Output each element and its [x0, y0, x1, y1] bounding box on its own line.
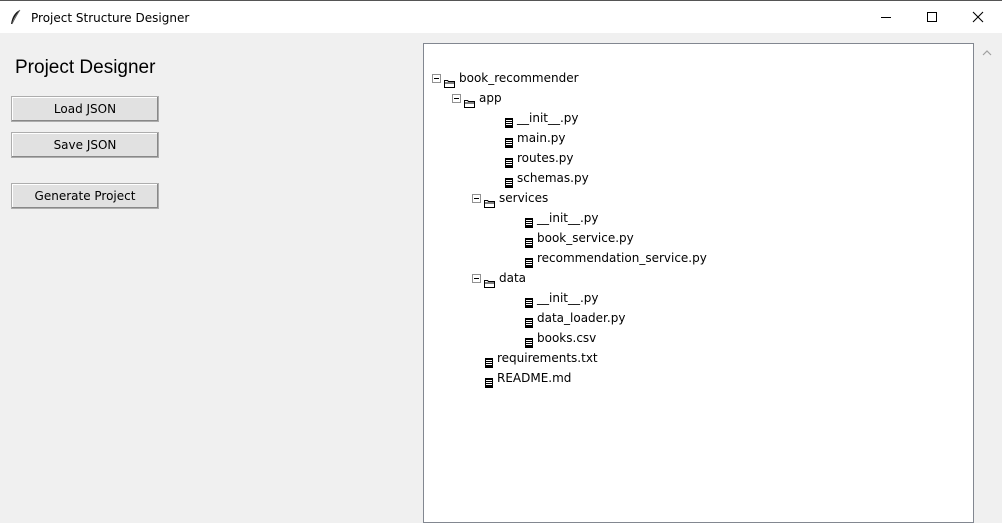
tree-node-label: __init__.py: [537, 291, 599, 305]
save-json-button[interactable]: Save JSON: [11, 132, 159, 158]
scroll-up-arrow-icon[interactable]: [982, 49, 992, 57]
tree-node-label: routes.py: [517, 151, 574, 165]
tree-file-node[interactable]: __init__.py: [424, 108, 964, 128]
tree-file-node[interactable]: schemas.py: [424, 168, 964, 188]
load-json-button[interactable]: Load JSON: [11, 96, 159, 122]
maximize-button[interactable]: [909, 1, 955, 34]
tree-folder-node[interactable]: services: [424, 188, 964, 208]
feather-icon: [9, 9, 23, 25]
generate-project-button[interactable]: Generate Project: [11, 183, 159, 209]
panel-title: Project Designer: [15, 57, 156, 78]
tree-folder-node[interactable]: data: [424, 268, 964, 288]
tree-node-label: books.csv: [537, 331, 597, 345]
minimize-icon: [881, 17, 891, 18]
tree-file-node[interactable]: data_loader.py: [424, 308, 964, 328]
close-icon: [972, 11, 984, 23]
window-titlebar: Project Structure Designer: [0, 0, 1002, 33]
tree-file-node[interactable]: main.py: [424, 128, 964, 148]
tree-file-node[interactable]: books.csv: [424, 328, 964, 348]
window-title: Project Structure Designer: [31, 11, 190, 25]
tree-node-label: __init__.py: [517, 111, 579, 125]
tree-file-node[interactable]: requirements.txt: [424, 348, 964, 368]
tree-scrollbar[interactable]: [974, 43, 1002, 511]
tree-node-label: recommendation_service.py: [537, 251, 707, 265]
tree-node-label: __init__.py: [537, 211, 599, 225]
tree-file-node[interactable]: recommendation_service.py: [424, 248, 964, 268]
tree-node-label: services: [499, 191, 549, 205]
close-button[interactable]: [955, 1, 1001, 34]
tree-node-label: main.py: [517, 131, 566, 145]
tree-node-label: book_service.py: [537, 231, 634, 245]
project-tree[interactable]: book_recommenderapp __init__.py main.py rou…: [423, 43, 974, 523]
tree-file-node[interactable]: README.md: [424, 368, 964, 388]
tree-node-label: requirements.txt: [497, 351, 598, 365]
tree-node-label: book_recommender: [459, 71, 579, 85]
maximize-icon: [927, 12, 937, 22]
collapse-icon[interactable]: [472, 194, 481, 203]
tree-folder-node[interactable]: app: [424, 88, 964, 108]
tree-file-node[interactable]: __init__.py: [424, 288, 964, 308]
tree-file-node[interactable]: __init__.py: [424, 208, 964, 228]
file-icon: [485, 374, 493, 394]
collapse-icon[interactable]: [472, 274, 481, 283]
collapse-icon[interactable]: [432, 74, 441, 83]
tree-node-label: data: [499, 271, 527, 285]
collapse-icon[interactable]: [452, 94, 461, 103]
tree-node-label: data_loader.py: [537, 311, 626, 325]
minimize-button[interactable]: [863, 1, 909, 34]
tree-file-node[interactable]: routes.py: [424, 148, 964, 168]
tree-node-label: README.md: [497, 371, 572, 385]
tree-node-label: schemas.py: [517, 171, 589, 185]
tree-node-label: app: [479, 91, 502, 105]
tree-folder-node[interactable]: book_recommender: [424, 68, 964, 88]
tree-file-node[interactable]: book_service.py: [424, 228, 964, 248]
